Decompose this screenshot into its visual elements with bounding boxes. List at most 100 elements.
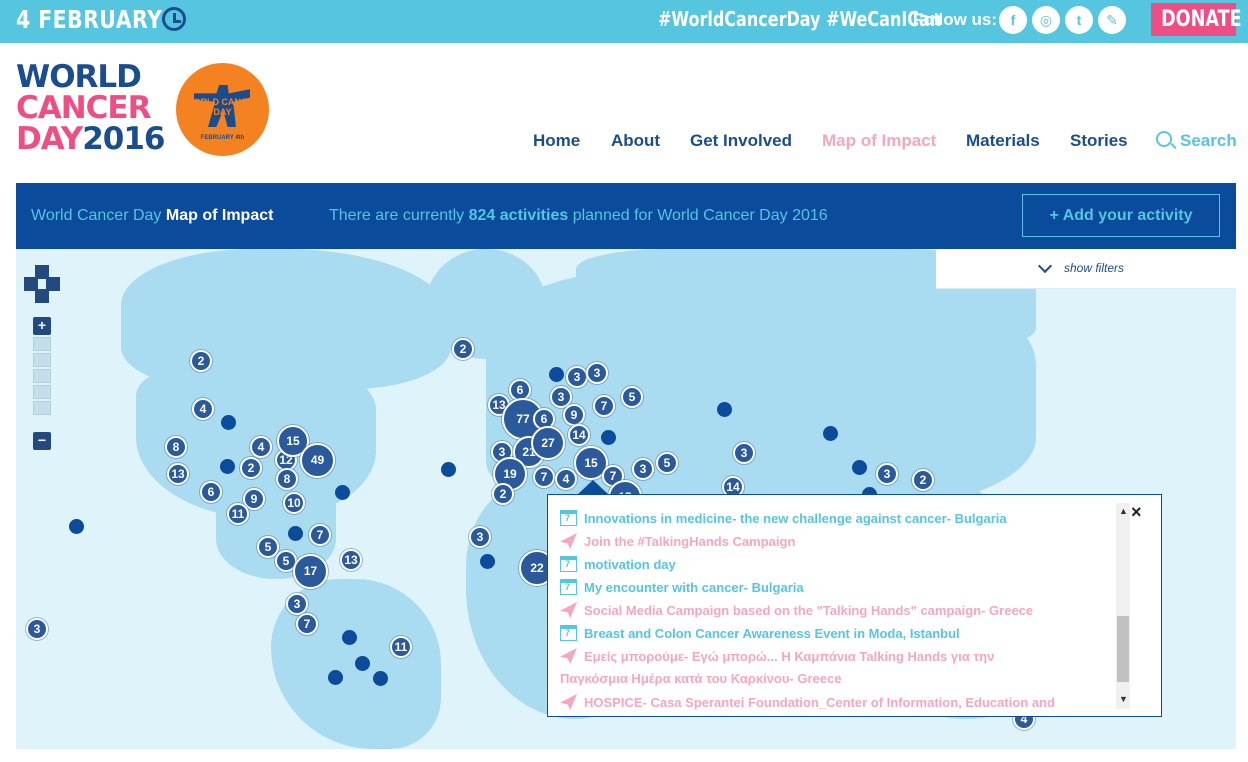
map-dot[interactable] [852, 460, 867, 475]
map-marker[interactable]: 8 [276, 468, 298, 490]
campaign-icon [560, 602, 577, 618]
map-marker[interactable]: 3 [26, 618, 48, 640]
close-icon[interactable]: × [1131, 503, 1142, 521]
blog-icon[interactable]: ✎ [1098, 6, 1126, 34]
map-dot[interactable] [355, 656, 370, 671]
twitter-icon[interactable]: t [1065, 6, 1093, 34]
map-dot[interactable] [288, 526, 303, 541]
facebook-icon[interactable]: f [999, 6, 1027, 34]
pan-control[interactable] [24, 265, 60, 303]
map-dot[interactable] [601, 430, 616, 445]
map-dot[interactable] [220, 459, 235, 474]
show-filters-toggle[interactable]: show filters [936, 249, 1236, 289]
search-icon[interactable] [1156, 131, 1172, 147]
hashtags: #WorldCancerDay #WeCanICan [658, 7, 941, 31]
map-dot[interactable] [342, 630, 357, 645]
event-date: 4 FEBRUARY [16, 5, 163, 34]
map-marker[interactable]: 7 [309, 524, 331, 546]
map-marker[interactable]: 3 [586, 362, 608, 384]
map-dot[interactable] [221, 415, 236, 430]
calendar-icon [560, 556, 577, 572]
map-marker[interactable]: 3 [566, 366, 588, 388]
scroll-down-arrow-icon[interactable]: ▼ [1119, 694, 1128, 704]
calendar-icon [560, 510, 577, 526]
nav-get-involved[interactable]: Get Involved [690, 131, 792, 151]
clock-icon [162, 7, 186, 31]
pan-down-button[interactable] [35, 289, 49, 303]
map-dot[interactable] [717, 402, 732, 417]
popup-scroll-thumb[interactable] [1117, 616, 1129, 682]
map-marker[interactable]: 11 [227, 503, 249, 525]
campaign-icon [560, 648, 577, 664]
map-marker[interactable]: 6 [200, 481, 222, 503]
map-marker[interactable]: 13 [167, 463, 189, 485]
map-marker[interactable]: 2 [452, 338, 474, 360]
map-marker[interactable]: 7 [593, 395, 615, 417]
zoom-level-bar[interactable] [33, 385, 51, 399]
nav-materials[interactable]: Materials [966, 131, 1040, 151]
activity-item[interactable]: HOSPICE- Casa Sperantei Foundation_Cente… [560, 694, 1055, 710]
activity-item-continuation[interactable]: Παγκόσμια Ημέρα κατά του Καρκίνου- Greec… [560, 671, 841, 686]
activity-item[interactable]: My encounter with cancer- Bulgaria [560, 579, 804, 595]
zoom-out-button[interactable]: − [33, 432, 51, 450]
map-marker[interactable]: 3 [733, 442, 755, 464]
map-marker[interactable]: 3 [469, 526, 491, 548]
map-marker[interactable]: 49 [300, 443, 335, 478]
activity-item[interactable]: Social Media Campaign based on the "Talk… [560, 602, 1033, 618]
map-dot[interactable] [328, 670, 343, 685]
zoom-level-bar[interactable] [33, 353, 51, 367]
instagram-icon[interactable]: ◎ [1032, 6, 1060, 34]
map-marker[interactable]: 27 [531, 426, 565, 460]
scroll-up-arrow-icon[interactable]: ▲ [1119, 506, 1128, 516]
map-marker[interactable]: 3 [286, 593, 308, 615]
map-marker[interactable]: 4 [250, 436, 272, 458]
map-marker[interactable]: 2 [912, 469, 934, 491]
map-marker[interactable]: 13 [340, 549, 362, 571]
map-marker[interactable]: 5 [656, 452, 678, 474]
map-marker[interactable]: 2 [240, 457, 262, 479]
search-link[interactable]: Search [1180, 131, 1237, 151]
map-marker[interactable]: 2 [492, 483, 514, 505]
calendar-icon [560, 579, 577, 595]
map-marker[interactable]: 4 [555, 468, 577, 490]
hashtag-worldcancerday[interactable]: #WorldCancerDay [658, 7, 820, 31]
activity-item[interactable]: Εμείς μπορούμε- Εγώ μπορώ... Η Καμπάνια … [560, 648, 994, 664]
activity-item[interactable]: Breast and Colon Cancer Awareness Event … [560, 625, 960, 641]
activity-item[interactable]: motivation day [560, 556, 676, 572]
zoom-level-bar[interactable] [33, 401, 51, 415]
map-dot[interactable] [335, 485, 350, 500]
map-marker[interactable]: 3 [876, 463, 898, 485]
map-dot[interactable] [823, 426, 838, 441]
donate-button[interactable]: DONATE [1151, 3, 1242, 36]
nav-map-of-impact[interactable]: Map of Impact [822, 131, 936, 151]
world-cancer-day-badge-logo[interactable]: WORLD CANCER DAY FEBRUARY 4th [176, 63, 269, 156]
map-marker[interactable]: 7 [533, 466, 555, 488]
add-activity-button[interactable]: + Add your activity [1022, 194, 1220, 237]
map-marker[interactable]: 10 [283, 492, 305, 514]
map-dot[interactable] [373, 671, 388, 686]
nav-about[interactable]: About [611, 131, 660, 151]
zoom-level-bar[interactable] [33, 337, 51, 351]
map-marker[interactable]: 8 [165, 436, 187, 458]
map-marker[interactable]: 17 [293, 554, 328, 589]
map-marker[interactable]: 4 [192, 398, 214, 420]
map-marker[interactable]: 7 [296, 613, 318, 635]
map-dot[interactable] [441, 462, 456, 477]
site-logo[interactable]: WORLD CANCER DAY2016 [16, 62, 166, 155]
map-marker[interactable]: 2 [190, 350, 212, 372]
map-marker[interactable]: 9 [563, 404, 585, 426]
activity-item[interactable]: Join the #TalkingHands Campaign [560, 533, 795, 549]
activities-count: There are currently 824 activities plann… [329, 207, 828, 224]
nav-stories[interactable]: Stories [1070, 131, 1128, 151]
map-marker[interactable]: 5 [621, 386, 643, 408]
nav-home[interactable]: Home [533, 131, 580, 151]
activity-item[interactable]: Innovations in medicine- the new challen… [560, 510, 1007, 526]
zoom-in-button[interactable]: + [33, 317, 51, 335]
map-dot[interactable] [480, 554, 495, 569]
map-dot[interactable] [549, 367, 564, 382]
map-marker[interactable]: 3 [632, 458, 654, 480]
zoom-level-bar[interactable] [33, 369, 51, 383]
map-marker[interactable]: 11 [390, 636, 412, 658]
map-dot[interactable] [69, 519, 84, 534]
map-marker[interactable]: 14 [568, 424, 590, 446]
